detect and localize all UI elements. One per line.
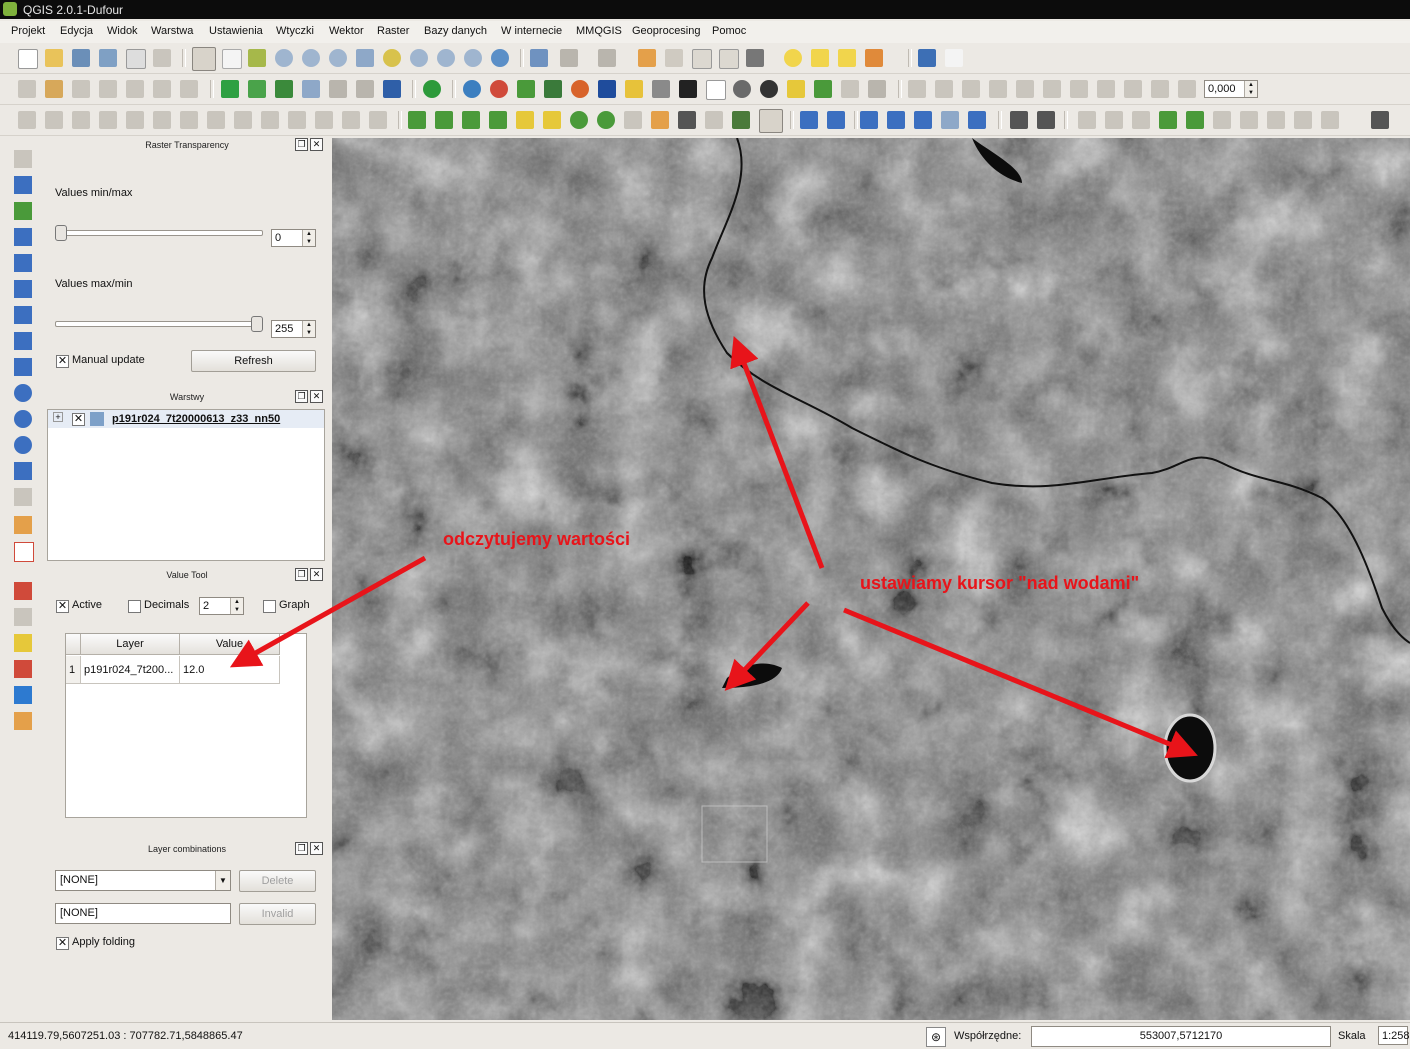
status-bar: 414119.79,5607251.03 : 707782.71,5848865…: [0, 1022, 1410, 1049]
arrow-to-value-cell: [229, 555, 427, 668]
coordinate-label: Współrzędne:: [954, 1030, 1022, 1042]
scale-label: Skala: [1338, 1030, 1366, 1042]
annotation-overlay: [229, 555, 427, 668]
extents-readout: 414119.79,5607251.03 : 707782.71,5848865…: [8, 1030, 243, 1042]
toggle-extents-icon[interactable]: ⊛: [926, 1027, 946, 1047]
coordinate-field[interactable]: 553007,5712170: [1031, 1026, 1331, 1047]
scale-field[interactable]: 1:258: [1378, 1026, 1410, 1045]
